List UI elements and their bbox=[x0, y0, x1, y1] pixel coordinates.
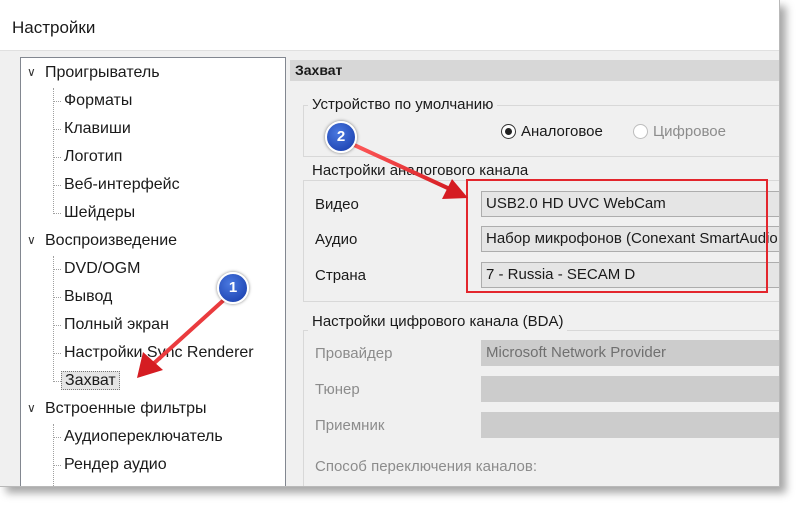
arrow-1 bbox=[137, 296, 228, 378]
arrow-2 bbox=[350, 142, 468, 199]
annotation-overlay bbox=[137, 142, 468, 378]
annotation-badge-2: 2 bbox=[325, 121, 357, 153]
annotation-badge-1: 1 bbox=[217, 272, 249, 304]
